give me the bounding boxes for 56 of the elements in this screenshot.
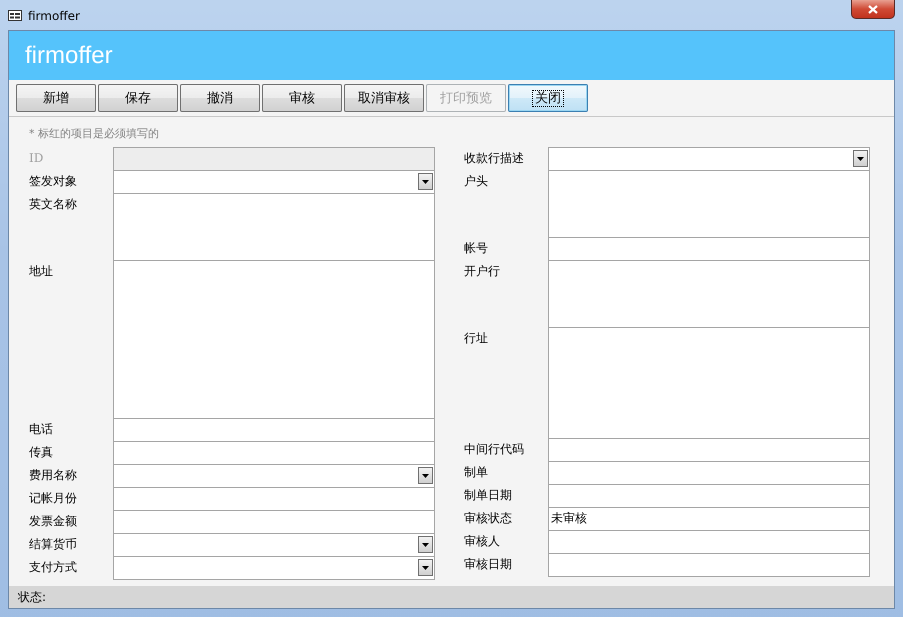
input-field[interactable] (548, 170, 870, 238)
field-label: 地址 (29, 263, 54, 280)
field-label: ID (29, 150, 44, 167)
field-label: 电话 (29, 421, 54, 438)
input-field[interactable] (113, 487, 435, 511)
input-field[interactable] (548, 260, 870, 328)
required-note: * 标红的项目是必须填写的 (29, 126, 160, 142)
toolbar-button[interactable]: 取消审核 (344, 84, 424, 112)
input-field[interactable] (113, 193, 435, 261)
field-label: 开户行 (464, 263, 501, 280)
toolbar-button[interactable]: 保存 (98, 84, 178, 112)
field-label: 收款行描述 (464, 150, 525, 167)
input-field[interactable] (548, 327, 870, 439)
field-label: 传真 (29, 444, 54, 461)
toolbar-button[interactable]: 关闭 (508, 84, 588, 112)
field-label: 英文名称 (29, 196, 78, 213)
field-label: 记帐月份 (29, 490, 78, 507)
toolbar-button[interactable]: 审核 (262, 84, 342, 112)
input-field[interactable] (113, 441, 435, 465)
field-label: 制单 (464, 464, 489, 481)
field-label: 中间行代码 (464, 441, 525, 458)
field-label: 支付方式 (29, 559, 78, 576)
input-field[interactable] (113, 510, 435, 534)
input-field[interactable] (548, 461, 870, 485)
window-title: firmoffer (28, 8, 80, 22)
input-field[interactable] (113, 418, 435, 442)
input-field[interactable] (548, 237, 870, 261)
toolbar-button[interactable]: 新增 (16, 84, 96, 112)
field-label: 费用名称 (29, 467, 78, 484)
dropdown-field[interactable] (548, 147, 870, 171)
field-label: 帐号 (464, 240, 489, 257)
input-field[interactable] (548, 484, 870, 508)
close-icon (868, 4, 878, 14)
form-title: firmoffer (25, 42, 113, 70)
field-label: 制单日期 (464, 487, 513, 504)
dropdown-field[interactable] (113, 464, 435, 488)
field-label: 审核状态 (464, 510, 513, 527)
field-label: 结算货币 (29, 536, 78, 553)
field-label: 户头 (464, 173, 489, 190)
dropdown-field[interactable] (113, 170, 435, 194)
input-field[interactable] (113, 260, 435, 419)
input-field[interactable] (548, 438, 870, 462)
input-field[interactable]: 未审核 (548, 507, 870, 531)
dropdown-field[interactable] (113, 556, 435, 580)
toolbar-button[interactable]: 撤消 (180, 84, 260, 112)
input-field[interactable] (548, 530, 870, 554)
field-label: 行址 (464, 330, 489, 347)
field-label: 审核人 (464, 533, 501, 550)
field-label: 审核日期 (464, 556, 513, 573)
field-label: 发票金额 (29, 513, 78, 530)
field-label: 签发对象 (29, 173, 78, 190)
status-label: 状态: (18, 588, 46, 606)
dropdown-field[interactable] (113, 533, 435, 557)
form-icon (8, 10, 22, 21)
input-field[interactable] (548, 553, 870, 577)
close-button[interactable] (851, 0, 895, 19)
